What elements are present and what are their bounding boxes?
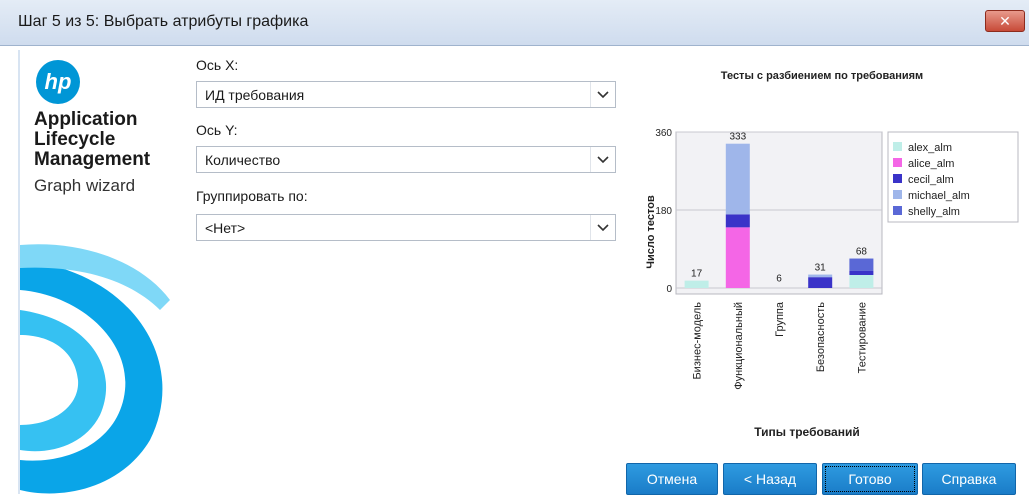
group-by-dropdown[interactable]: <Нет> — [196, 214, 616, 241]
window-title: Шаг 5 из 5: Выбрать атрибуты графика — [18, 13, 309, 30]
data-label: 6 — [776, 273, 782, 284]
data-label: 17 — [691, 269, 703, 280]
bar-segment — [849, 258, 874, 271]
chevron-down-icon[interactable] — [590, 147, 615, 172]
y-tick-label: 0 — [666, 284, 672, 295]
bar-segment — [684, 280, 709, 288]
y-tick-label: 360 — [655, 128, 672, 139]
legend-swatch — [893, 190, 902, 199]
x-axis-dropdown[interactable]: ИД требования — [196, 81, 616, 108]
x-tick-label: Бизнес-модель — [692, 302, 704, 380]
finish-button[interactable]: Готово — [822, 463, 918, 495]
legend-label: shelly_alm — [908, 206, 960, 218]
y-tick-label: 180 — [655, 206, 672, 217]
group-by-label: Группировать по: — [196, 188, 308, 204]
legend-swatch — [893, 174, 902, 183]
cancel-button[interactable]: Отмена — [626, 463, 718, 495]
x-axis-label: Ось X: — [196, 57, 239, 73]
close-button[interactable]: ✕ — [985, 10, 1025, 32]
bar-segment — [808, 274, 833, 278]
data-label: 333 — [729, 132, 746, 143]
bar-segment — [808, 277, 833, 288]
legend-label: alex_alm — [908, 142, 952, 154]
y-axis-label: Ось Y: — [196, 122, 238, 138]
legend-label: cecil_alm — [908, 174, 954, 186]
x-axis-value: ИД требования — [205, 87, 305, 103]
chevron-down-icon[interactable] — [590, 82, 615, 107]
x-tick-label: Безопасность — [815, 302, 827, 372]
legend-swatch — [893, 158, 902, 167]
data-label: 31 — [815, 263, 827, 274]
bar-segment — [725, 214, 750, 228]
back-button[interactable]: < Назад — [723, 463, 817, 495]
hp-logo: hp — [36, 60, 80, 104]
group-by-value: <Нет> — [205, 220, 246, 236]
x-axis-title: Типы требований — [754, 425, 859, 439]
help-button[interactable]: Справка — [922, 463, 1016, 495]
wizard-side-panel: hp Application Lifecycle Management Grap… — [18, 50, 184, 494]
chevron-down-icon[interactable] — [590, 215, 615, 240]
x-tick-label: Функциональный — [733, 302, 745, 390]
legend-swatch — [893, 206, 902, 215]
app-name-line: Management — [34, 149, 151, 170]
wizard-subtitle: Graph wizard — [34, 176, 136, 195]
app-name-line: Application — [34, 109, 138, 130]
x-tick-label: Группа — [774, 301, 786, 337]
chart-title: Тесты с разбиением по требованиям — [721, 70, 923, 82]
hp-logo-text: hp — [44, 69, 72, 94]
chart-preview: Тесты с разбиением по требованиям Число … — [645, 70, 1019, 439]
legend-label: alice_alm — [908, 158, 954, 170]
x-tick-label: Тестирование — [856, 302, 868, 373]
bar-segment — [849, 275, 874, 288]
data-label: 68 — [856, 247, 868, 258]
bar-segment — [725, 227, 750, 288]
legend-swatch — [893, 142, 902, 151]
title-bar: Шаг 5 из 5: Выбрать атрибуты графика ✕ — [0, 0, 1029, 46]
close-icon: ✕ — [999, 12, 1011, 29]
app-name: Application Lifecycle Management — [34, 110, 184, 170]
bar-segment — [849, 270, 874, 275]
decorative-swirl-graphic — [20, 244, 170, 494]
y-axis-dropdown[interactable]: Количество — [196, 146, 616, 173]
legend-label: michael_alm — [908, 190, 970, 202]
app-name-line: Lifecycle — [34, 129, 116, 150]
y-axis-value: Количество — [205, 152, 281, 168]
bar-segment — [725, 143, 750, 215]
